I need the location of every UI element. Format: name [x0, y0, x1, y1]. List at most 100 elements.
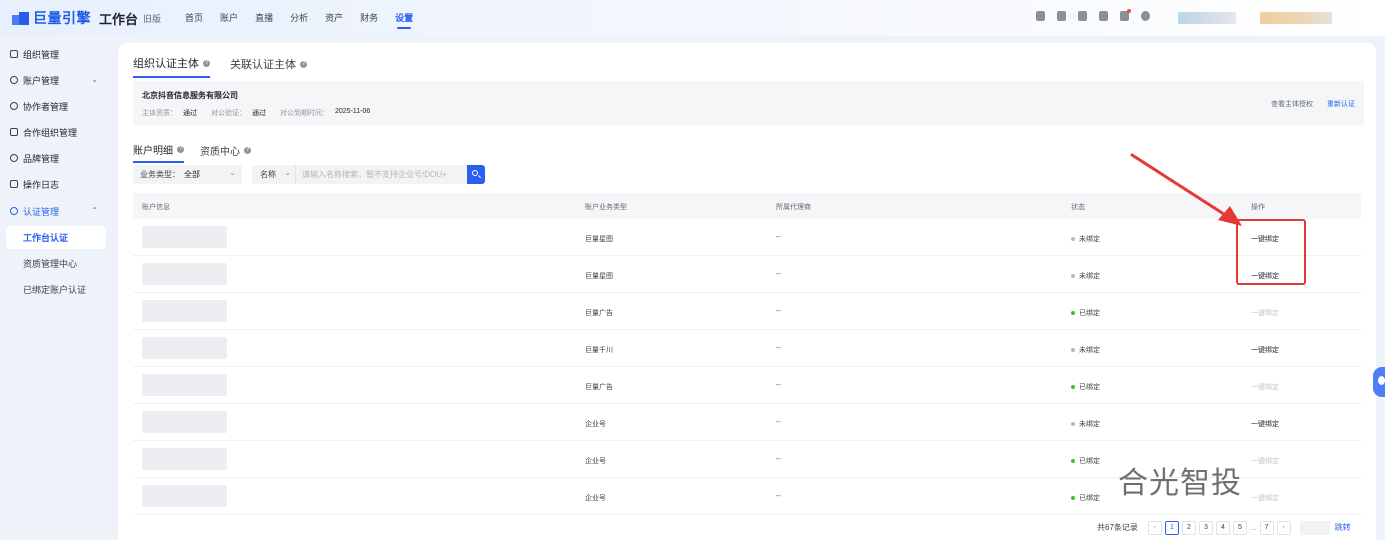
sidebar-item-org[interactable]: 组织管理 — [0, 41, 112, 67]
question-icon[interactable]: ? — [177, 146, 184, 153]
reauth-link[interactable]: 重新认证 — [1327, 99, 1355, 109]
jump-page-input[interactable] — [1299, 520, 1330, 535]
chevron-up-icon: ⌃ — [91, 206, 98, 215]
status-dot-icon — [1071, 348, 1075, 352]
corp-value: 通过 — [252, 110, 266, 117]
question-icon[interactable]: ? — [244, 147, 251, 154]
sidebar-item-partner-org[interactable]: 合作组织管理 — [0, 119, 112, 145]
brand-icon — [10, 154, 18, 162]
row-business-type: 巨量千川 — [585, 347, 613, 354]
status-text: 未绑定 — [1079, 273, 1100, 280]
page-button-5[interactable]: 5 — [1232, 520, 1247, 535]
col-business-type: 账户业务类型 — [585, 204, 627, 211]
status-badge: 已绑定 — [1071, 456, 1100, 466]
shield-icon — [10, 207, 18, 215]
question-icon[interactable]: ? — [203, 59, 210, 67]
sidebar-item-certification[interactable]: 认证管理 ⌃ — [0, 198, 112, 224]
question-icon[interactable]: ? — [300, 60, 307, 68]
nav-live[interactable]: 直播 — [255, 0, 273, 36]
bell-icon[interactable] — [1120, 9, 1131, 21]
entity-links: 查看主体授权 重新认证 — [1271, 99, 1355, 109]
sidebar-sub-bound-account-cert[interactable]: 已绑定账户认证 — [6, 278, 106, 301]
thumb-icon[interactable] — [1099, 11, 1108, 21]
row-business-type: 企业号 — [585, 495, 606, 502]
status-badge: 已绑定 — [1071, 493, 1100, 503]
tab-linked-entity[interactable]: 关联认证主体 ? — [230, 55, 307, 78]
search-input[interactable] — [295, 165, 467, 184]
briefcase-icon[interactable] — [1036, 11, 1045, 21]
status-dot-icon — [1071, 311, 1075, 315]
nav-account[interactable]: 账户 — [220, 0, 238, 36]
brand-watermark: 合光智投 — [1118, 466, 1242, 501]
page-button-2[interactable]: 2 — [1181, 520, 1196, 535]
document-icon[interactable] — [1057, 11, 1066, 21]
top-icon-group — [1036, 9, 1162, 21]
status-text: 已绑定 — [1079, 458, 1100, 465]
page-button-1[interactable]: 1 — [1164, 520, 1179, 535]
page-button-last[interactable]: 7 — [1259, 520, 1274, 535]
nav-analysis[interactable]: 分析 — [290, 0, 308, 36]
qual-value: 通过 — [183, 110, 197, 117]
nav-finance[interactable]: 财务 — [360, 0, 378, 36]
chevron-down-icon: ⌄ — [284, 168, 291, 177]
sidebar-item-brand[interactable]: 品牌管理 — [0, 145, 112, 171]
search-button[interactable] — [467, 165, 485, 184]
nav-settings[interactable]: 设置 — [395, 0, 413, 36]
status-dot-icon — [1071, 496, 1075, 500]
corp-label: 对公验证： — [211, 110, 246, 117]
status-badge: 未绑定 — [1071, 271, 1100, 281]
status-text: 已绑定 — [1079, 495, 1100, 502]
sidebar-sub-workbench-cert[interactable]: 工作台认证 — [6, 226, 106, 249]
account-info-redacted — [142, 226, 227, 248]
prev-page-button[interactable]: ‹ — [1147, 520, 1162, 535]
status-dot-icon — [1071, 274, 1075, 278]
help-icon[interactable] — [1141, 11, 1150, 21]
sidebar-item-oplog[interactable]: 操作日志 — [0, 171, 112, 197]
business-type-select[interactable]: 业务类型： 全部 ⌄ — [133, 165, 242, 184]
user-avatar[interactable] — [1260, 12, 1332, 24]
assistant-bot-icon[interactable] — [1373, 367, 1385, 397]
search-field-select[interactable]: 名称 ⌄ — [252, 165, 295, 184]
sidebar-item-label: 协作者管理 — [23, 101, 69, 112]
status-text: 已绑定 — [1079, 310, 1100, 317]
sidebar-item-label: 品牌管理 — [23, 153, 60, 164]
user-icon — [10, 102, 18, 110]
page-button-3[interactable]: 3 — [1198, 520, 1213, 535]
row-business-type: 巨量广告 — [585, 310, 613, 317]
sidebar-sub-qualification-center[interactable]: 资质管理中心 — [6, 252, 106, 275]
logo-icon — [12, 11, 29, 25]
account-info-redacted — [142, 374, 227, 396]
sidebar: 组织管理 账户管理 ⌄ 协作者管理 合作组织管理 品牌管理 操作日志 认证管理 … — [0, 36, 112, 540]
page-button-4[interactable]: 4 — [1215, 520, 1230, 535]
tab-org-entity[interactable]: 组织认证主体 ? — [133, 55, 210, 78]
row-business-type: 巨量星图 — [585, 273, 613, 280]
annotation-highlight-box — [1236, 219, 1306, 285]
col-agency: 所属代理商 — [776, 204, 811, 211]
jump-button[interactable]: 跳转 — [1335, 522, 1351, 533]
bind-button[interactable]: 一键绑定 — [1251, 345, 1279, 355]
pagination: 共67条记录 ‹ 1 2 3 4 5 ... 7 › 跳转 — [1097, 520, 1351, 535]
sidebar-item-account[interactable]: 账户管理 ⌄ — [0, 67, 112, 93]
detail-tabs: 账户明细 ? 资质中心 ? — [133, 142, 267, 163]
entity-tabs: 组织认证主体 ? 关联认证主体 ? — [133, 55, 327, 78]
nav-home[interactable]: 首页 — [185, 0, 203, 36]
row-agency: -- — [776, 308, 781, 315]
bind-button: 一键绑定 — [1251, 384, 1279, 391]
view-authorization-link[interactable]: 查看主体授权 — [1271, 99, 1313, 109]
sidebar-item-collaborator[interactable]: 协作者管理 — [0, 93, 112, 119]
clipboard-icon[interactable] — [1078, 11, 1087, 21]
tab-account-detail[interactable]: 账户明细 ? — [133, 142, 184, 163]
tab-label: 关联认证主体 — [230, 59, 296, 71]
account-info-redacted — [142, 337, 227, 359]
expire-label: 对公到期时间： — [280, 110, 329, 117]
logo[interactable]: 巨量引擎 — [12, 8, 91, 28]
status-dot-icon — [1071, 422, 1075, 426]
next-page-button[interactable]: › — [1276, 520, 1291, 535]
nav-assets[interactable]: 资产 — [325, 0, 343, 36]
tab-qualification-center[interactable]: 资质中心 ? — [200, 142, 251, 163]
old-version-link[interactable]: 旧版 — [143, 12, 161, 25]
bind-button[interactable]: 一键绑定 — [1251, 419, 1279, 429]
chevron-down-icon: ⌄ — [91, 75, 98, 84]
account-switcher[interactable] — [1178, 12, 1236, 24]
entity-meta: 主体资质： 通过 对公验证： 通过 对公到期时间： 2025-11-06 — [142, 108, 384, 118]
